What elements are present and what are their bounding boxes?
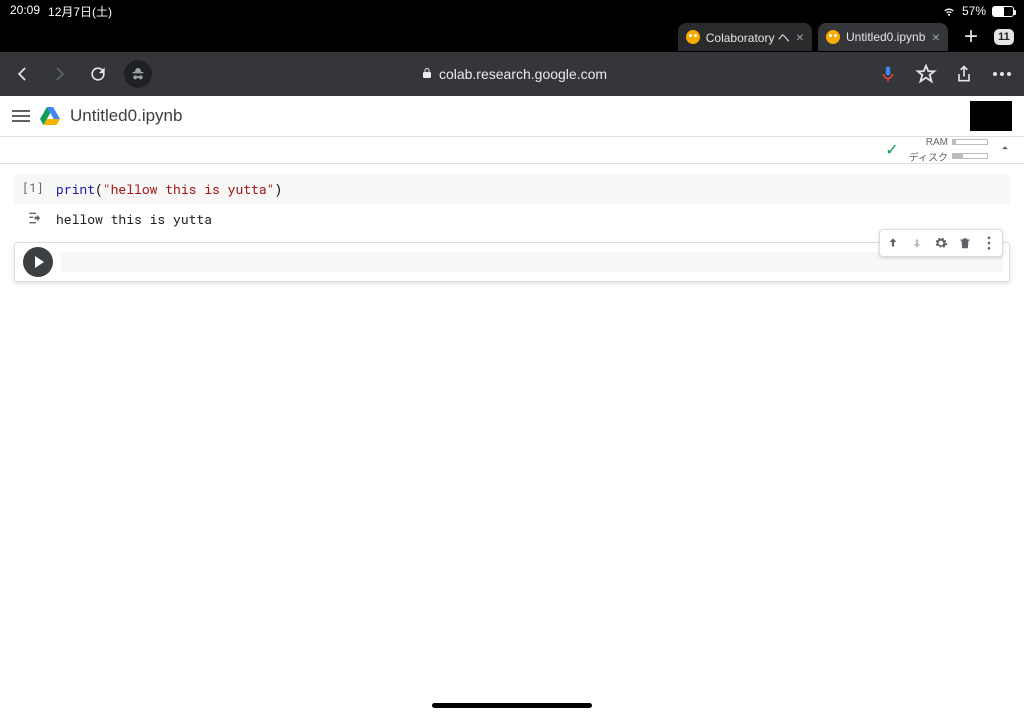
colab-header: Untitled0.ipynb — [0, 96, 1024, 136]
resource-status-bar: ✓ RAM ディスク — [0, 136, 1024, 164]
voice-search-button[interactable] — [876, 62, 900, 86]
more-menu-button[interactable] — [990, 62, 1014, 86]
cell-output-text: hellow this is yutta — [56, 210, 212, 228]
bookmark-button[interactable] — [914, 62, 938, 86]
colab-page: Untitled0.ipynb ✓ RAM ディスク [1] print("he… — [0, 96, 1024, 714]
url-host: colab.research.google.com — [439, 66, 607, 82]
delete-cell-button[interactable] — [956, 234, 974, 252]
browser-tab-strip: Colaboratory ヘ × Untitled0.ipynb × + 11 — [0, 22, 1024, 52]
browser-toolbar: colab.research.google.com — [0, 52, 1024, 96]
forward-button[interactable] — [48, 62, 72, 86]
cell-settings-button[interactable] — [932, 234, 950, 252]
profile-avatar[interactable] — [970, 101, 1012, 131]
browser-tab-untitled[interactable]: Untitled0.ipynb × — [818, 23, 948, 51]
status-date: 12月7日(土) — [48, 3, 112, 20]
code-input[interactable] — [61, 252, 1003, 272]
tab-title: Untitled0.ipynb — [846, 30, 926, 44]
output-indicator-icon[interactable] — [22, 210, 46, 226]
wifi-icon — [942, 6, 956, 17]
new-tab-button[interactable]: + — [954, 23, 988, 51]
expand-header-button[interactable] — [998, 141, 1012, 160]
share-button[interactable] — [952, 62, 976, 86]
move-cell-down-button[interactable] — [908, 234, 926, 252]
cell-toolbar — [879, 229, 1003, 257]
lock-icon — [421, 67, 433, 82]
run-cell-button[interactable] — [23, 247, 53, 277]
close-tab-icon[interactable]: × — [796, 29, 804, 45]
address-bar[interactable]: colab.research.google.com — [166, 66, 862, 82]
resource-meters[interactable]: RAM ディスク — [909, 137, 988, 164]
execution-count: [1] — [22, 180, 46, 196]
colab-favicon-icon — [826, 30, 840, 44]
ram-label: RAM — [926, 137, 948, 148]
browser-tab-colaboratory[interactable]: Colaboratory ヘ × — [678, 23, 812, 51]
code-content: print("hellow this is yutta") — [56, 180, 282, 198]
code-cell-executed[interactable]: [1] print("hellow this is yutta") hellow… — [14, 174, 1010, 234]
close-tab-icon[interactable]: × — [932, 29, 940, 45]
move-cell-up-button[interactable] — [884, 234, 902, 252]
colab-favicon-icon — [686, 30, 700, 44]
battery-icon — [992, 6, 1014, 17]
reload-button[interactable] — [86, 62, 110, 86]
notebook-cells-area: [1] print("hellow this is yutta") hellow… — [0, 164, 1024, 714]
incognito-indicator[interactable] — [124, 60, 152, 88]
code-cell-active[interactable] — [14, 242, 1010, 282]
connected-check-icon: ✓ — [885, 140, 898, 160]
cell-output-row: hellow this is yutta — [14, 204, 1010, 234]
back-button[interactable] — [10, 62, 34, 86]
disk-label: ディスク — [909, 149, 948, 164]
battery-percentage: 57% — [962, 4, 986, 18]
drive-logo-icon — [40, 107, 60, 125]
home-indicator[interactable] — [432, 703, 592, 708]
status-time: 20:09 — [10, 3, 40, 20]
ram-meter — [952, 139, 988, 145]
disk-meter — [952, 153, 988, 159]
cell-more-button[interactable] — [980, 234, 998, 252]
tab-title: Colaboratory ヘ — [706, 29, 790, 46]
tab-count-badge[interactable]: 11 — [994, 29, 1014, 45]
device-status-bar: 20:09 12月7日(土) 57% — [0, 0, 1024, 22]
notebook-title[interactable]: Untitled0.ipynb — [70, 106, 182, 126]
hamburger-menu-button[interactable] — [12, 107, 30, 125]
